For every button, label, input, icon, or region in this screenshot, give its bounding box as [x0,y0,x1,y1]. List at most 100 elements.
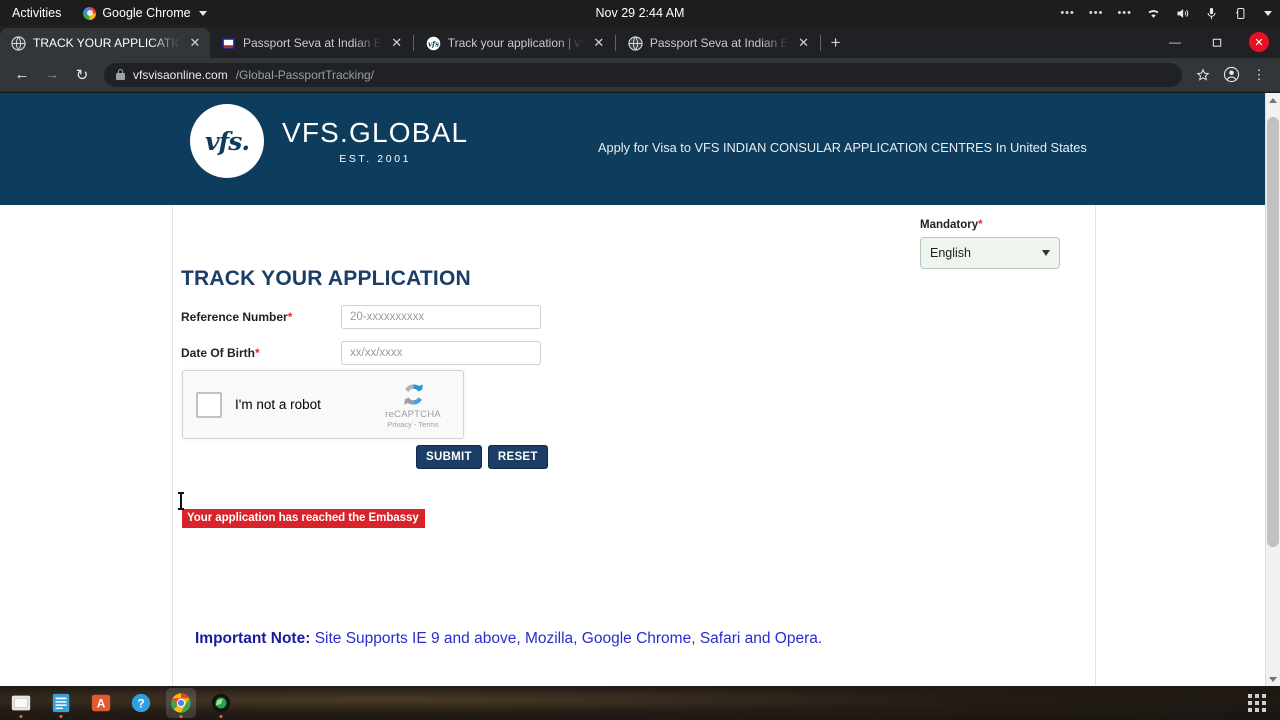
vfs-icon: vfs [426,36,441,51]
passport-seva-icon [221,36,236,51]
dock-item-text-editor[interactable] [46,688,76,718]
chevron-down-icon [1042,250,1050,256]
browser-tab[interactable]: vfs Track your application | vf ✕ [415,28,614,58]
browser-toolbar: ← → ↻ vfsvisaonline.com/Global-PassportT… [0,58,1280,92]
chevron-down-icon [198,10,207,16]
archive-manager-icon: A [91,694,111,712]
important-note-label: Important Note: [195,630,311,647]
submit-button[interactable]: SUBMIT [416,445,482,469]
bookmark-star-icon[interactable] [1190,62,1216,88]
text-editor-icon [52,693,70,713]
page-body: Mandatory* English TRACK YOUR APPLICATIO… [0,205,1280,686]
site-tagline: Apply for Visa to VFS INDIAN CONSULAR AP… [598,140,1087,155]
site-logo[interactable]: vfs. VFS.GLOBAL EST. 2001 [190,104,468,178]
globe-icon [11,35,26,51]
volume-icon [1177,8,1189,18]
dock-item-google-chrome[interactable] [166,688,196,718]
profile-icon[interactable] [1218,62,1244,88]
svg-text:?: ? [137,697,144,711]
browser-tab[interactable]: Passport Seva at Indian E ✕ [210,28,412,58]
dock-item-help[interactable]: ? [126,688,156,718]
svg-text:A: A [97,697,106,711]
microphone-icon [1207,7,1216,19]
chevron-down-icon[interactable] [1264,10,1272,16]
tab-title: Track your application | vf [447,36,584,50]
reference-number-input[interactable]: 20-xxxxxxxxxx [341,305,541,329]
close-icon[interactable]: ✕ [591,35,607,51]
system-tray[interactable]: ••• ••• ••• [1060,6,1272,21]
address-path: /Global-PassportTracking/ [235,67,374,82]
activities-button[interactable]: Activities [0,6,73,20]
address-host: vfsvisaonline.com [133,67,228,82]
chevron-down-icon [1269,676,1277,682]
date-of-birth-label-text: Date Of Birth [181,346,256,360]
date-of-birth-input[interactable]: xx/xx/xxxx [341,341,541,365]
status-message: Your application has reached the Embassy [182,509,425,528]
recaptcha-branding: reCAPTCHA Privacy - Terms [376,381,450,429]
reload-button[interactable]: ↻ [68,61,96,89]
wifi-icon [1148,9,1159,18]
vfs-logo-est: EST. 2001 [339,153,412,165]
language-label: Mandatory* [920,219,1060,231]
scroll-down-button[interactable] [1266,672,1280,686]
language-label-text: Mandatory [920,219,979,231]
gnome-top-bar: Activities Google Chrome Nov 29 2:44 AM … [0,0,1280,26]
chrome-icon [83,6,97,20]
tab-separator [412,35,414,51]
screen: Activities Google Chrome Nov 29 2:44 AM … [0,0,1280,720]
close-icon[interactable]: ✕ [796,35,812,51]
language-select[interactable]: English [920,237,1060,269]
chrome-menu-icon[interactable]: ⋮ [1246,62,1272,88]
minimize-button[interactable]: — [1154,26,1196,58]
back-button[interactable]: ← [8,61,36,89]
required-asterisk: * [978,219,983,231]
window-controls: — ✕ [1154,26,1280,58]
app-menu-chrome[interactable]: Google Chrome [73,6,216,20]
reset-button[interactable]: RESET [487,445,548,469]
close-icon[interactable]: ✕ [389,35,405,51]
forward-button[interactable]: → [38,61,66,89]
close-icon[interactable]: ✕ [187,35,203,51]
form-row-reference-number: Reference Number* 20-xxxxxxxxxx [181,301,541,333]
vfs-logo-mark: vfs. [190,104,264,178]
tab-separator [614,35,616,51]
reference-number-label-text: Reference Number [181,310,288,324]
address-bar[interactable]: vfsvisaonline.com/Global-PassportTrackin… [104,62,1182,87]
app-menu-label: Google Chrome [102,6,191,20]
browser-tab[interactable]: TRACK YOUR APPLICATIO ✕ [0,28,210,58]
vfs-logo-text: VFS.GLOBAL EST. 2001 [282,117,468,165]
google-chrome-icon [171,693,191,713]
web-browser-icon [211,693,231,713]
recaptcha-widget[interactable]: I'm not a robot reCAPTCHA Privacy - Term… [182,370,464,439]
recaptcha-checkbox[interactable] [196,391,222,418]
close-icon: ✕ [1249,32,1269,52]
dock-item-web-browser[interactable] [206,688,236,718]
recaptcha-brand-name: reCAPTCHA [385,408,441,420]
recaptcha-logo-icon [376,381,450,408]
tab-title: Passport Seva at Indian E [649,36,789,50]
recaptcha-privacy-terms[interactable]: Privacy - Terms [376,420,450,429]
show-applications-icon[interactable] [1248,694,1266,712]
new-tab-button[interactable]: + [822,29,850,57]
browser-tab[interactable]: Passport Seva at Indian E ✕ [617,28,819,58]
scrollbar-thumb[interactable] [1267,117,1279,547]
globe-icon [628,35,643,51]
dock-item-archive-manager[interactable]: A [86,688,116,718]
form-row-date-of-birth: Date Of Birth* xx/xx/xxxx [181,337,541,369]
content-panel: Mandatory* English TRACK YOUR APPLICATIO… [172,205,1096,686]
dots-menu-icon: ••• [1117,7,1132,19]
maximize-button[interactable] [1196,26,1238,58]
tab-separator [819,35,821,51]
dock-item-files[interactable] [6,688,36,718]
tab-strip: TRACK YOUR APPLICATIO ✕ Passport Seva at… [0,26,1280,58]
scroll-up-button[interactable] [1266,93,1280,107]
tracking-form: Reference Number* 20-xxxxxxxxxx Date Of … [181,301,541,373]
close-window-button[interactable]: ✕ [1238,26,1280,58]
page-scrollbar[interactable] [1265,93,1280,686]
form-actions: SUBMIT RESET [416,445,548,469]
important-note-text: Site Supports IE 9 and above, Mozilla, G… [310,630,823,647]
recaptcha-label: I'm not a robot [235,397,321,412]
tab-title: Passport Seva at Indian E [243,36,382,50]
help-icon: ? [131,693,151,713]
vfs-logo-name: VFS.GLOBAL [282,117,469,148]
